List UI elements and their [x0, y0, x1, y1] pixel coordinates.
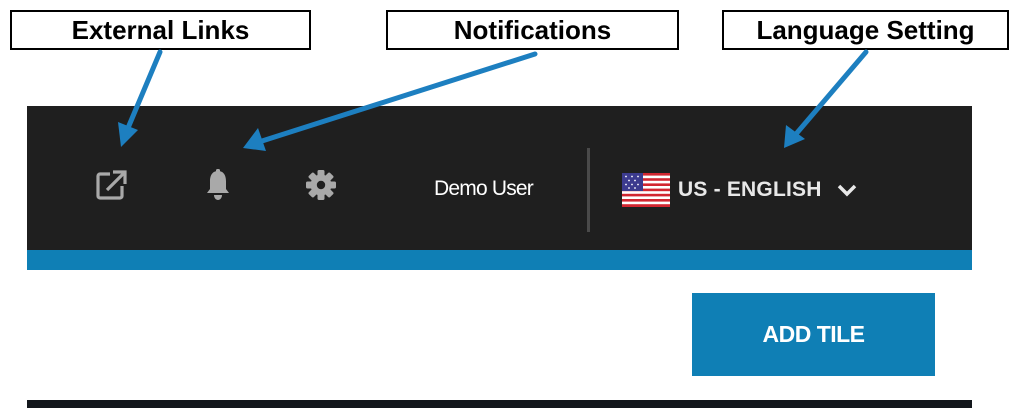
notifications-button[interactable] [198, 165, 238, 205]
external-links-button[interactable] [91, 165, 131, 205]
chevron-down-icon [836, 183, 858, 197]
notifications-callout: Notifications [386, 10, 679, 50]
user-name-label[interactable]: Demo User [434, 177, 534, 201]
gear-icon [306, 170, 336, 200]
bell-icon [207, 169, 229, 200]
language-selector[interactable]: US - ENGLISH [622, 170, 858, 210]
external-links-callout: External Links [10, 10, 311, 50]
language-label: US - ENGLISH [678, 178, 822, 201]
external-link-icon [96, 170, 127, 200]
header-divider [587, 148, 590, 232]
us-flag-icon [622, 173, 670, 207]
settings-button[interactable] [301, 165, 341, 205]
add-tile-button[interactable]: ADD TILE [692, 293, 935, 376]
content-area-top [27, 400, 972, 408]
header-accent-stripe [27, 250, 972, 270]
language-setting-callout: Language Setting [722, 10, 1009, 50]
